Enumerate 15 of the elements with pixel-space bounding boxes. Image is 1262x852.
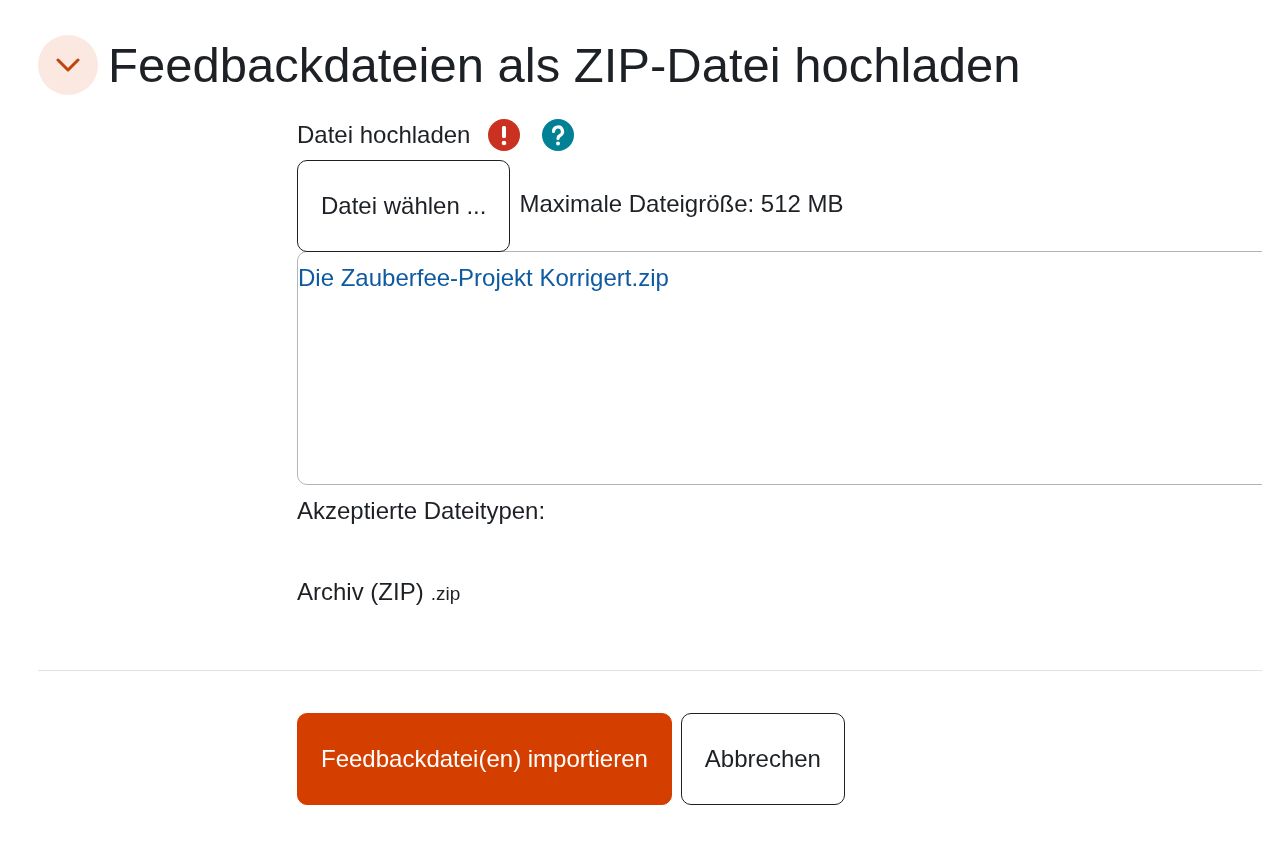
required-icon bbox=[488, 119, 521, 151]
max-size-text: Maximale Dateigröße: 512 MB bbox=[519, 189, 844, 219]
import-button[interactable]: Feedbackdatei(en) importieren bbox=[297, 713, 672, 805]
field-label: Datei hochladen bbox=[297, 120, 471, 150]
collapse-button[interactable] bbox=[38, 35, 98, 95]
chevron-down-icon bbox=[56, 58, 80, 72]
file-extension: .zip bbox=[430, 582, 461, 606]
cancel-button[interactable]: Abbrechen bbox=[680, 713, 845, 805]
help-icon[interactable] bbox=[542, 119, 575, 151]
section-title: Feedbackdateien als ZIP-Datei hochladen bbox=[108, 37, 1021, 94]
file-type-label: Archiv (ZIP) bbox=[297, 577, 424, 607]
file-link[interactable]: Die Zauberfee-Projekt Korrigert.zip bbox=[298, 260, 669, 296]
file-drop-area[interactable]: Die Zauberfee-Projekt Korrigert.zip bbox=[297, 251, 1262, 485]
choose-file-button[interactable]: Datei wählen ... bbox=[297, 160, 511, 252]
accepted-types-label: Akzeptierte Dateitypen: bbox=[297, 496, 546, 526]
